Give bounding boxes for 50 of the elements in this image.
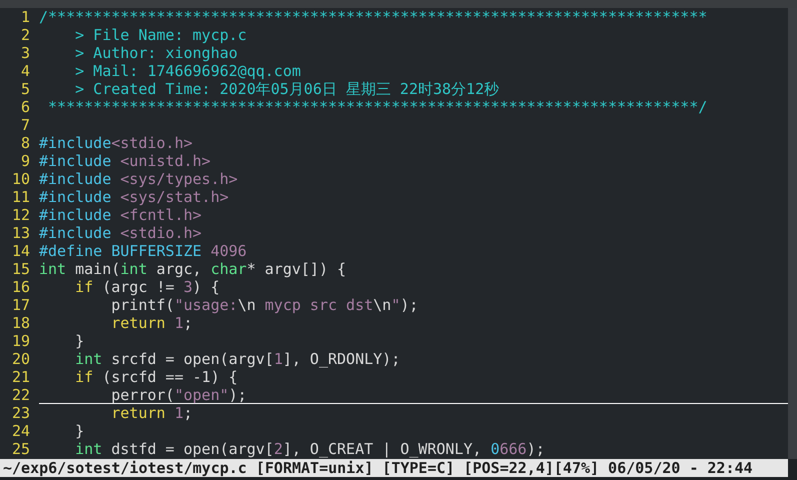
line-number: 12: [12, 206, 30, 224]
line-number: 23: [12, 404, 30, 422]
line-number: 9: [20, 152, 30, 170]
code-line: ************************************************************************/: [47, 98, 708, 116]
line-number: 11: [12, 188, 30, 206]
code-line: #include<stdio.h>: [39, 134, 194, 152]
code-line: #include <unistd.h>: [39, 152, 212, 170]
code-line: > Created Time: 2020年05月06日 星期三 22时38分12秒: [74, 80, 500, 98]
code-line: > Mail: 1746696962@qq.com: [74, 62, 302, 80]
line-number: 24: [12, 422, 30, 440]
code-line: return 1;: [110, 314, 194, 332]
line-number: 18: [12, 314, 30, 332]
code-line: #include <stdio.h>: [39, 224, 203, 242]
scrollbar[interactable]: [788, 8, 797, 459]
code-line: printf("usage:\n mycp src dst\n");: [110, 296, 420, 314]
code-line: }: [74, 332, 86, 350]
code-line: #include <fcntl.h>: [39, 206, 203, 224]
line-number: 21: [12, 368, 30, 386]
line-number: 7: [20, 116, 30, 134]
line-number: 6: [20, 98, 30, 116]
line-number: 15: [12, 260, 30, 278]
line-number: 19: [12, 332, 30, 350]
line-number: 20: [12, 350, 30, 368]
code-line: /*************************************************************************: [39, 8, 708, 26]
code-line: }: [74, 422, 86, 440]
code-line: int main(int argc, char* argv[]) {: [39, 260, 348, 278]
code-line: #define BUFFERSIZE 4096: [39, 242, 248, 260]
line-number: 3: [20, 44, 30, 62]
code-line: int srcfd = open(argv[1], O_RDONLY);: [74, 350, 402, 368]
code-line: #include <sys/stat.h>: [39, 188, 230, 206]
code-line: return 1;: [110, 404, 194, 422]
code-line: #include <sys/types.h>: [39, 170, 239, 188]
line-number: 14: [12, 242, 30, 260]
line-number: 22: [12, 386, 30, 404]
code-line: int dstfd = open(argv[2], O_CREAT | O_WRONLY, 0666);: [74, 440, 546, 458]
line-number: 5: [20, 80, 30, 98]
line-number: 16: [12, 278, 30, 296]
code-line: > Author: xionghao: [74, 44, 239, 62]
line-number: 2: [20, 26, 30, 44]
line-number: 4: [20, 62, 30, 80]
line-number: 1: [20, 8, 30, 26]
line-number: 10: [12, 170, 30, 188]
code-line: if (argc != 3) {: [74, 278, 221, 296]
line-number: 8: [20, 134, 30, 152]
code-line: if (srcfd == -1) {: [74, 368, 239, 386]
line-number: 17: [12, 296, 30, 314]
line-number: 13: [12, 224, 30, 242]
line-number: 25: [12, 440, 30, 458]
code-line: perror("open");: [39, 386, 788, 404]
code-line: > File Name: mycp.c: [74, 26, 248, 44]
